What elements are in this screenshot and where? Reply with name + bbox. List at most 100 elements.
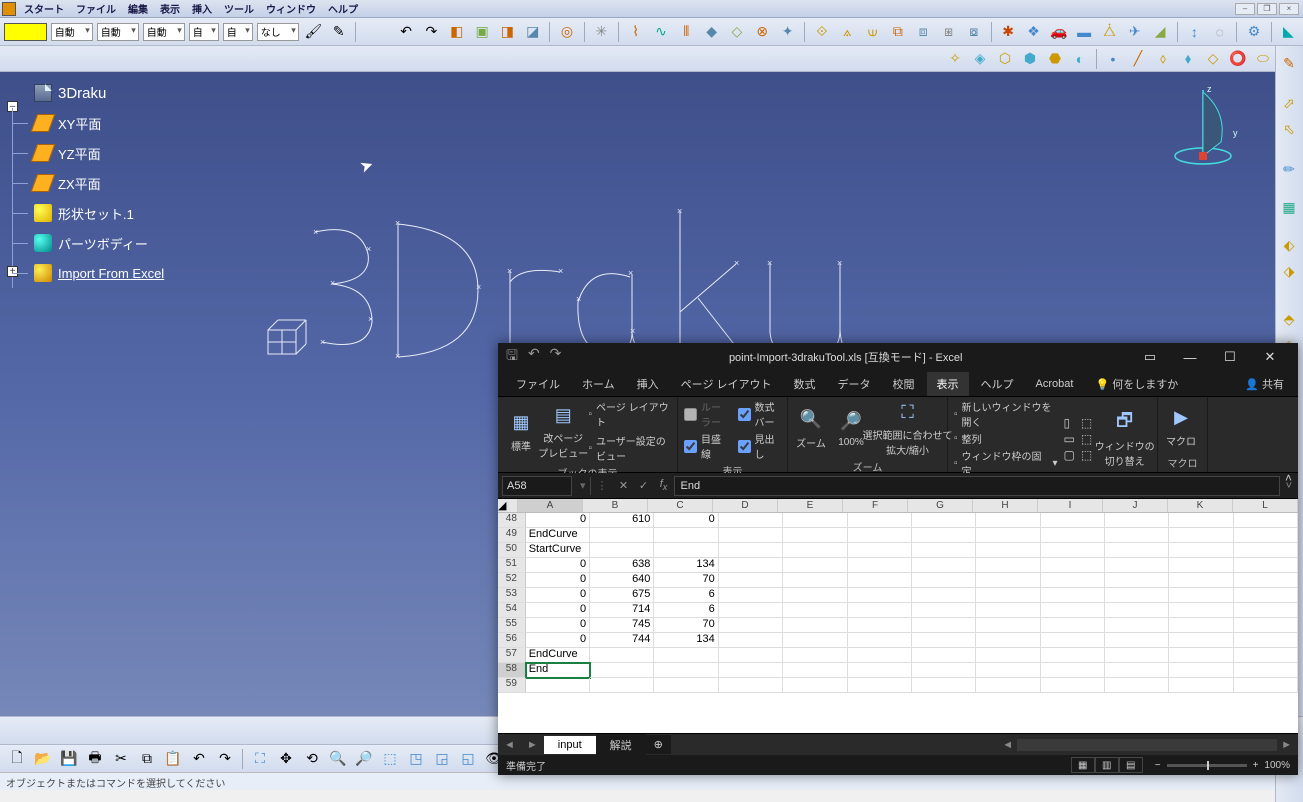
cell[interactable] bbox=[1105, 603, 1169, 618]
compass-icon[interactable]: z y bbox=[1163, 82, 1253, 172]
cell[interactable]: End bbox=[526, 663, 590, 678]
wire-c-icon[interactable]: ⫴ bbox=[676, 21, 697, 43]
row-header[interactable]: 53 bbox=[498, 588, 526, 603]
cell[interactable] bbox=[912, 513, 976, 528]
s8-icon[interactable]: ╱ bbox=[1127, 48, 1149, 70]
cell[interactable] bbox=[783, 528, 847, 543]
wire-g-icon[interactable]: ✦ bbox=[777, 21, 798, 43]
headings-checkbox[interactable]: 見出し bbox=[738, 431, 782, 461]
qat-undo-icon[interactable]: ↶ bbox=[528, 345, 540, 369]
cell[interactable] bbox=[1105, 678, 1169, 693]
table-row[interactable]: 5306756 bbox=[498, 588, 1298, 603]
col-header[interactable]: E bbox=[778, 499, 843, 512]
cell[interactable] bbox=[1041, 648, 1105, 663]
cell[interactable] bbox=[1169, 528, 1233, 543]
cell[interactable] bbox=[912, 603, 976, 618]
cell[interactable] bbox=[976, 603, 1040, 618]
paste-icon[interactable]: 📋 bbox=[162, 748, 184, 770]
tab-formula[interactable]: 数式 bbox=[784, 372, 826, 396]
surf-c-icon[interactable]: ⟒ bbox=[862, 21, 883, 43]
tree-item[interactable]: +Import From Excel bbox=[6, 258, 164, 288]
cell[interactable] bbox=[1169, 648, 1233, 663]
cell[interactable] bbox=[848, 618, 912, 633]
copy-icon[interactable]: ⧉ bbox=[136, 748, 158, 770]
cell[interactable] bbox=[719, 633, 783, 648]
cell[interactable]: 0 bbox=[526, 603, 590, 618]
cell[interactable] bbox=[848, 588, 912, 603]
cell[interactable] bbox=[1041, 528, 1105, 543]
cell[interactable] bbox=[1105, 588, 1169, 603]
cell[interactable] bbox=[1234, 633, 1298, 648]
rt-d-icon[interactable]: ⬘ bbox=[1278, 308, 1300, 330]
wire-b-icon[interactable]: ∿ bbox=[650, 21, 671, 43]
cell[interactable] bbox=[1234, 558, 1298, 573]
cell[interactable]: 70 bbox=[654, 618, 718, 633]
tab-layout[interactable]: ページ レイアウト bbox=[671, 372, 782, 396]
undo-icon[interactable]: ↶ bbox=[395, 21, 416, 43]
excel-close-button[interactable]: ✕ bbox=[1250, 345, 1290, 369]
cell[interactable] bbox=[1105, 648, 1169, 663]
cell[interactable] bbox=[783, 543, 847, 558]
sheet-tab-kaisetsu[interactable]: 解説 bbox=[596, 734, 646, 756]
cell[interactable] bbox=[783, 633, 847, 648]
split-icon[interactable]: ▯ bbox=[1063, 416, 1074, 430]
cell[interactable] bbox=[590, 528, 654, 543]
wire-d-icon[interactable]: ◆ bbox=[701, 21, 722, 43]
close-button[interactable]: × bbox=[1279, 3, 1299, 15]
s9-icon[interactable]: ⬨ bbox=[1152, 48, 1174, 70]
cell[interactable] bbox=[783, 648, 847, 663]
cell[interactable] bbox=[848, 558, 912, 573]
rt-c-icon[interactable]: ⬗ bbox=[1278, 260, 1300, 282]
formula-input[interactable] bbox=[674, 476, 1280, 496]
cell[interactable] bbox=[1234, 543, 1298, 558]
table-row[interactable]: 560744134 bbox=[498, 633, 1298, 648]
cell[interactable]: 0 bbox=[526, 573, 590, 588]
cell[interactable] bbox=[1169, 543, 1233, 558]
row-header[interactable]: 59 bbox=[498, 678, 526, 693]
s6-icon[interactable]: ◐ bbox=[1069, 48, 1091, 70]
cell[interactable] bbox=[912, 633, 976, 648]
tab-help[interactable]: ヘルプ bbox=[971, 372, 1024, 396]
cell[interactable] bbox=[976, 513, 1040, 528]
tab-review[interactable]: 校閲 bbox=[883, 372, 925, 396]
cell[interactable] bbox=[1041, 663, 1105, 678]
sync-c-icon[interactable]: ⬚ bbox=[1081, 448, 1092, 462]
cell[interactable] bbox=[848, 543, 912, 558]
cell[interactable] bbox=[976, 618, 1040, 633]
cell[interactable] bbox=[719, 618, 783, 633]
fit-icon[interactable]: ⛶ bbox=[249, 748, 271, 770]
cell[interactable] bbox=[1041, 633, 1105, 648]
menu-help[interactable]: ヘルプ bbox=[322, 1, 364, 16]
cell[interactable]: 134 bbox=[654, 633, 718, 648]
table-row[interactable]: 510638134 bbox=[498, 558, 1298, 573]
table-row[interactable]: 50StartCurve bbox=[498, 543, 1298, 558]
cell[interactable] bbox=[719, 558, 783, 573]
tab-data[interactable]: データ bbox=[828, 372, 881, 396]
cell[interactable] bbox=[848, 663, 912, 678]
redo-icon[interactable]: ↷ bbox=[421, 21, 442, 43]
cube-icon[interactable]: ◧ bbox=[446, 21, 467, 43]
tellme[interactable]: 💡 何をしますか bbox=[1085, 372, 1188, 396]
cell[interactable]: 610 bbox=[590, 513, 654, 528]
cell[interactable]: 0 bbox=[526, 513, 590, 528]
s5-icon[interactable]: ⬣ bbox=[1044, 48, 1066, 70]
view-break-icon[interactable]: ▤ bbox=[1119, 757, 1143, 773]
menu-start[interactable]: スタート bbox=[18, 1, 70, 16]
cell[interactable] bbox=[1169, 558, 1233, 573]
cell[interactable] bbox=[912, 678, 976, 693]
cell[interactable] bbox=[1234, 663, 1298, 678]
cell[interactable] bbox=[1234, 588, 1298, 603]
cell[interactable]: 6 bbox=[654, 588, 718, 603]
cell[interactable] bbox=[654, 663, 718, 678]
tab-home[interactable]: ホーム bbox=[572, 372, 625, 396]
col-header[interactable]: B bbox=[583, 499, 648, 512]
table-row[interactable]: 4806100 bbox=[498, 513, 1298, 528]
tree-item[interactable]: XY平面 bbox=[6, 108, 164, 138]
cell[interactable] bbox=[912, 618, 976, 633]
cell[interactable] bbox=[1234, 678, 1298, 693]
cell[interactable] bbox=[912, 648, 976, 663]
cell[interactable] bbox=[1041, 573, 1105, 588]
sel-4[interactable]: 自 bbox=[189, 23, 219, 41]
cell[interactable] bbox=[976, 588, 1040, 603]
cell[interactable] bbox=[783, 678, 847, 693]
